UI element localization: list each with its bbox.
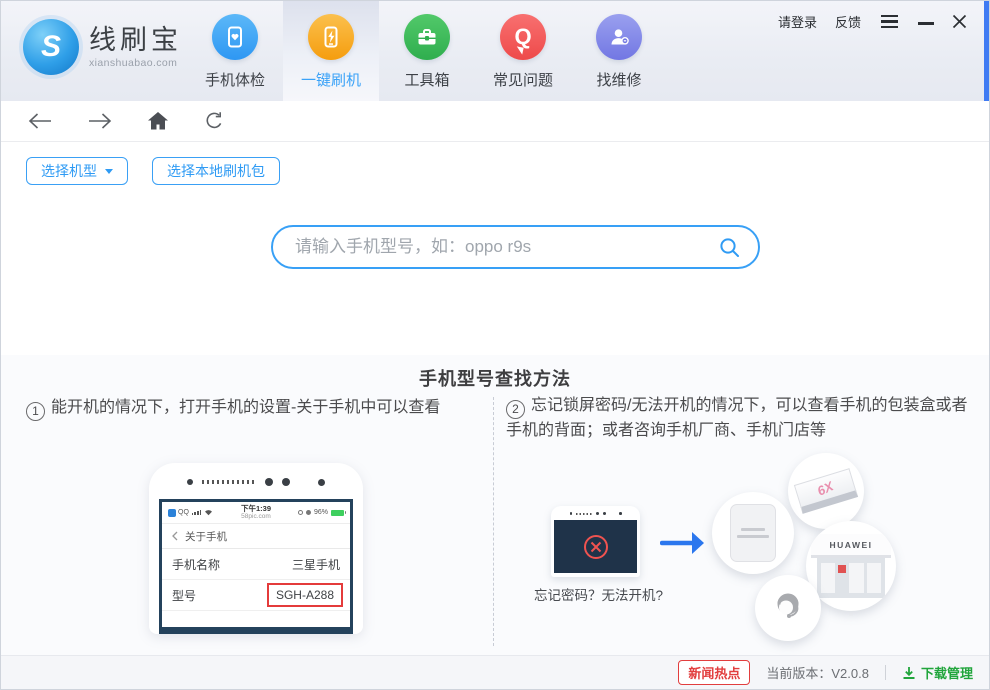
action-buttons: 选择机型 选择本地刷机包 (26, 157, 280, 185)
phone-screen: QQ 下午1:39 58pic.com 96% 关于手机 手机名称 三星手机 型… (159, 499, 353, 634)
step-number: 1 (26, 401, 45, 421)
chevron-down-icon (105, 168, 113, 174)
battery-percent: 96% (313, 509, 328, 516)
nav-label: 工具箱 (404, 72, 450, 89)
search-icon[interactable] (719, 237, 740, 258)
nav-item-faq[interactable]: Q 常见问题 (475, 1, 571, 101)
footer-divider (884, 665, 886, 680)
back-icon[interactable] (27, 110, 53, 132)
login-link[interactable]: 请登录 (778, 12, 817, 31)
store-sign: HUAWEI (811, 534, 891, 558)
nav-label: 找维修 (596, 72, 642, 89)
phone-flash-icon (308, 14, 354, 60)
guide-step-1: 1 能开机的情况下，打开手机的设置-关于手机中可以查看 (26, 396, 481, 421)
hamburger-menu-icon[interactable] (879, 13, 900, 31)
home-icon[interactable] (147, 111, 169, 131)
locked-caption: 忘记密码？无法开机? (534, 588, 664, 603)
error-x-icon (583, 534, 608, 559)
phone-name-row: 手机名称 三星手机 (162, 549, 350, 580)
phone-back-graphic (730, 504, 776, 562)
nav-label: 常见问题 (492, 72, 553, 89)
forward-icon[interactable] (87, 110, 113, 132)
close-button[interactable] (952, 14, 967, 29)
status-bar: 新闻热点 当前版本：V2.0.8 下载管理 (1, 655, 989, 689)
support-agent-icon (777, 593, 799, 618)
phone-model-row: 型号 SGH-A288 (162, 580, 350, 611)
download-manager-button[interactable]: 下载管理 (902, 663, 973, 682)
nav-item-phone-checkup[interactable]: 手机体检 (187, 1, 283, 101)
guide-step-2: 2 忘记锁屏密码/无法开机的情况下，可以查看手机的包装盒或者手机的背面；或者咨询手… (506, 397, 968, 439)
download-icon (903, 666, 915, 679)
model-number-highlight: SGH-A288 (266, 583, 343, 607)
phone-status-bar: QQ 下午1:39 58pic.com 96% (162, 502, 350, 524)
column-divider (493, 397, 494, 646)
nav-label: 手机体检 (204, 72, 265, 89)
locked-phone-mockup (551, 506, 640, 577)
about-phone-row: 关于手机 (162, 524, 350, 549)
phone-time: 下午1:39 (240, 504, 272, 513)
nav-item-toolbox[interactable]: 工具箱 (379, 1, 475, 101)
faq-icon: Q (500, 14, 546, 60)
customer-service-circle (755, 575, 821, 641)
version-label: 当前版本：V2.0.8 (766, 666, 869, 681)
right-arrow-icon (660, 532, 704, 554)
box-model-label: 6X (814, 477, 836, 499)
main-nav: 手机体检 一键刷机 工具箱 Q 常见问题 找维修 (187, 1, 667, 101)
guide-title: 手机型号查找方法 (419, 369, 571, 389)
status-dot-icon (305, 510, 311, 515)
step-number: 2 (506, 399, 525, 419)
app-header: S 线刷宝 xianshuabao.com 手机体检 一键刷机 工具箱 Q 常见… (1, 1, 989, 101)
app-domain: xianshuabao.com (89, 57, 178, 69)
status-dot-icon (297, 510, 303, 515)
qq-app-icon (168, 508, 176, 517)
model-search-box[interactable] (271, 225, 760, 269)
header-controls: 请登录 反馈 (778, 12, 967, 31)
browser-toolbar (1, 101, 989, 142)
app-logo: S 线刷宝 xianshuabao.com (23, 19, 182, 75)
search-input[interactable] (295, 237, 719, 257)
phone-box-graphic: 6X (793, 468, 859, 514)
phone-site: 58pic.com (241, 513, 271, 520)
phone-speaker-decoration (149, 478, 363, 486)
back-chevron-icon (172, 531, 178, 541)
nav-item-one-key-flash[interactable]: 一键刷机 (283, 1, 379, 101)
locked-screen (554, 520, 637, 573)
window-edge-accent (984, 1, 989, 101)
feedback-link[interactable]: 反馈 (835, 12, 861, 31)
storefront-graphic: HUAWEI (811, 534, 891, 598)
minimize-button[interactable] (918, 22, 934, 25)
refresh-icon[interactable] (203, 110, 225, 132)
repair-person-icon (596, 14, 642, 60)
signal-bars-icon (191, 510, 202, 515)
package-box-circle: 6X (788, 453, 864, 529)
phone-checkup-icon (212, 14, 258, 60)
logo-icon: S (23, 19, 79, 75)
model-lookup-guide: 手机型号查找方法 1 能开机的情况下，打开手机的设置-关于手机中可以查看 2 忘记锁… (1, 355, 989, 656)
phone-back-circle (712, 492, 794, 574)
nav-item-find-repair[interactable]: 找维修 (571, 1, 667, 101)
app-window: S 线刷宝 xianshuabao.com 手机体检 一键刷机 工具箱 Q 常见… (0, 0, 990, 690)
app-name: 线刷宝 (89, 25, 182, 55)
news-hotspot-badge[interactable]: 新闻热点 (678, 660, 751, 685)
select-local-package-button[interactable]: 选择本地刷机包 (152, 157, 280, 185)
phone-speaker-decoration (551, 512, 640, 515)
select-model-button[interactable]: 选择机型 (26, 157, 128, 185)
battery-icon (331, 509, 347, 516)
toolbox-icon (404, 14, 450, 60)
nav-label: 一键刷机 (300, 72, 361, 89)
wifi-icon (205, 510, 213, 516)
settings-phone-mockup: QQ 下午1:39 58pic.com 96% 关于手机 手机名称 三星手机 型… (149, 463, 363, 634)
